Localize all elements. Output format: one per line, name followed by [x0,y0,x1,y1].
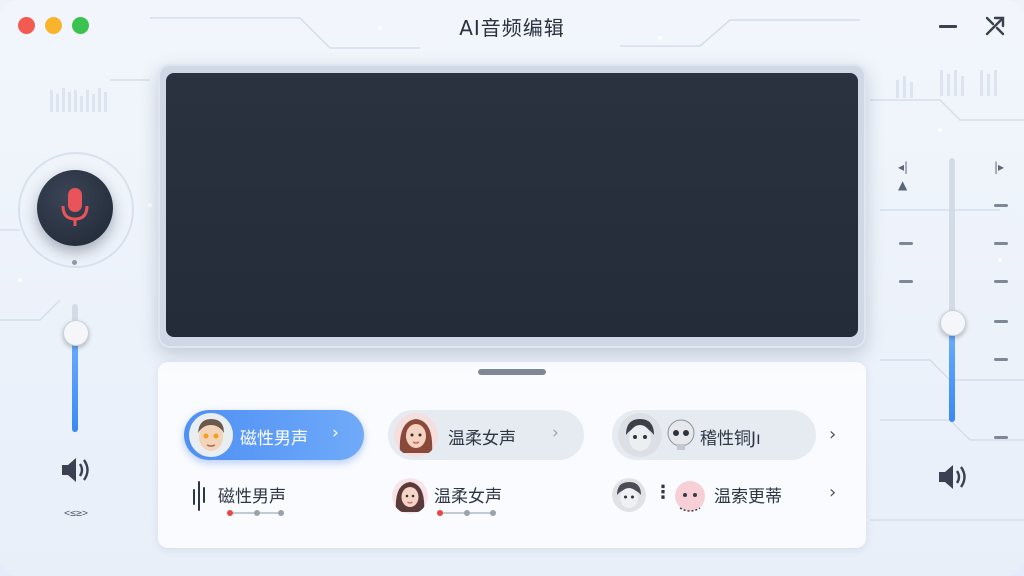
right-level-mark [994,436,1008,439]
slider-tick [254,510,260,516]
right-level-mark [994,204,1008,207]
right-speaker-icon[interactable] [937,462,971,492]
window-title: AI音频编辑 [459,16,565,40]
slider-tick [490,510,496,516]
right-level-mark [994,320,1008,323]
female-avatar-small [392,478,428,514]
voice-chip-label: 稽性铜Jı [700,429,761,449]
voice-chip-magnetic-male[interactable]: 磁性男声 › [184,410,364,460]
left-level-mark [899,280,913,283]
waveform-screen [166,73,858,337]
voice-option-label[interactable]: 温索更蒂 [714,482,782,507]
right-level-mark [994,280,1008,283]
voice-chip-third[interactable]: 稽性铜Jı [612,410,816,460]
voice-option-label[interactable]: 磁性男声 [218,482,286,507]
chevron-right-icon[interactable]: › [829,424,836,445]
eject-icon[interactable]: ▲ [898,178,907,192]
status-dot [72,260,77,265]
slider-tick [278,510,284,516]
app-window: AI音频编辑 <≤≥> ◂| |▸ ▲ 磁性男声 › 温柔女声 › 稽性铜Jı … [0,0,1024,576]
voice-chip-gentle-female[interactable]: 温柔女声 › [388,410,584,460]
minimize-icon[interactable] [936,14,962,38]
volume-code-label: <≤≥> [63,508,89,519]
speaker-icon[interactable] [60,455,94,485]
voice-chip-label: 磁性男声 [240,429,308,449]
chevron-right-icon: › [332,423,339,443]
record-button[interactable] [37,170,113,246]
slider-tick [464,510,470,516]
right-level-mark [994,358,1008,361]
left-volume-fill [72,332,78,432]
panel-drag-handle[interactable] [478,369,546,375]
right-volume-knob[interactable] [940,310,966,336]
left-level-mark [899,242,913,245]
robot-avatar [666,418,696,452]
waveform-small-icon [188,480,210,516]
chevron-right-icon[interactable]: › [829,482,836,503]
voice-option-slider-knob[interactable] [437,510,443,516]
grey-avatar [618,413,662,457]
expand-icon[interactable] [983,14,1009,38]
voice-option-slider-knob[interactable] [227,510,233,516]
voice-option-label[interactable]: 温柔女声 [434,482,502,507]
right-level-mark [994,242,1008,245]
more-options-icon[interactable]: ⋮ [654,482,672,503]
right-volume-fill [949,322,955,422]
grey-avatar-small [612,478,646,512]
voice-chip-label: 温柔女声 [448,429,516,449]
chevron-right-icon: › [552,423,559,443]
skip-forward-icon[interactable]: |▸ [994,160,1004,174]
male-avatar [189,413,233,457]
skip-back-icon[interactable]: ◂| [898,160,908,174]
audio-waveform[interactable] [166,73,858,337]
left-volume-knob[interactable] [63,320,89,346]
pink-robot-avatar [672,478,708,514]
waveform-display [158,64,866,348]
microphone-icon [61,188,89,226]
female-avatar [394,413,438,457]
